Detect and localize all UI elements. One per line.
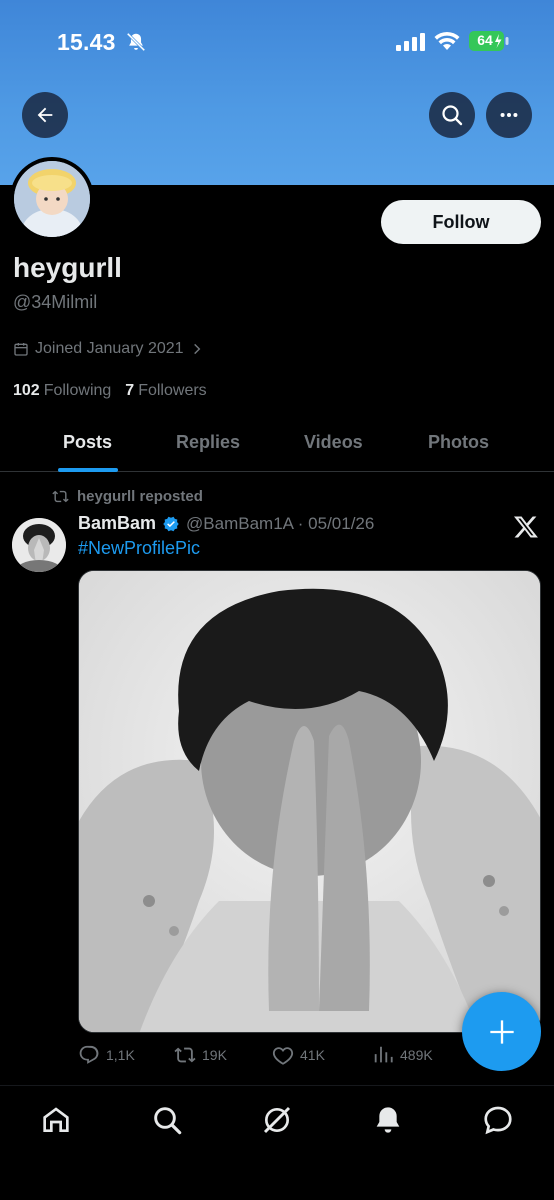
tweet-text[interactable]: #NewProfilePic — [78, 538, 200, 559]
back-button[interactable] — [22, 92, 68, 138]
bell-slash-icon — [126, 32, 146, 52]
repost-icon — [174, 1047, 196, 1063]
chevron-right-icon — [193, 343, 200, 355]
profile-display-name: heygurll — [13, 252, 122, 283]
repost-action[interactable]: 19K — [174, 1044, 227, 1066]
more-button[interactable] — [486, 92, 532, 138]
messages-icon — [484, 1106, 512, 1135]
bottom-navigation — [0, 1085, 554, 1200]
tab-photos[interactable]: Photos — [428, 432, 489, 453]
profile-avatar[interactable] — [10, 157, 94, 241]
following-label: Following — [43, 382, 112, 399]
follow-button[interactable]: Follow — [381, 200, 541, 244]
repost-context[interactable]: heygurll reposted — [52, 488, 203, 505]
x-logo-icon — [513, 516, 538, 538]
author-avatar-illustration — [12, 518, 66, 572]
profile-handle: @34Milmil — [13, 292, 98, 312]
reply-icon — [79, 1045, 99, 1064]
repost-count: 19K — [202, 1047, 227, 1063]
calendar-icon — [14, 343, 28, 356]
battery-level: 64 — [477, 32, 493, 48]
tweet-actions: 1,1K 19K 41K 489K — [78, 1044, 478, 1068]
avatar-photo — [14, 161, 90, 237]
avatar-illustration — [14, 161, 90, 237]
status-time: 15.43 — [57, 29, 116, 55]
nav-home[interactable] — [38, 1102, 74, 1138]
compose-post-button[interactable] — [462, 992, 541, 1071]
active-tab-indicator — [58, 468, 118, 472]
notifications-icon — [376, 1107, 400, 1133]
repost-label: heygurll reposted — [77, 488, 203, 505]
tweet-author-name[interactable]: BamBam — [78, 513, 156, 534]
nav-grok[interactable] — [259, 1102, 295, 1138]
tweet-header: BamBam @BamBam1A · 05/01/26 — [78, 513, 374, 534]
back-arrow-icon — [37, 107, 53, 123]
portrait-photo — [79, 571, 540, 1032]
nav-search[interactable] — [149, 1102, 185, 1138]
verified-badge-icon — [163, 516, 179, 531]
reply-action[interactable]: 1,1K — [78, 1044, 135, 1066]
search-icon — [442, 105, 463, 126]
followers-label: Followers — [138, 382, 207, 399]
follow-stats: 102 Following 7 Followers — [13, 382, 207, 400]
repost-icon — [52, 490, 69, 503]
like-count: 41K — [300, 1047, 325, 1063]
tweet-handle-date: @BamBam1A · 05/01/26 — [186, 513, 375, 533]
followers-link[interactable]: 7 Followers — [125, 382, 206, 400]
following-count: 102 — [13, 382, 40, 399]
nav-messages[interactable] — [480, 1102, 516, 1138]
tab-replies[interactable]: Replies — [176, 432, 240, 453]
views-count: 489K — [400, 1047, 433, 1063]
search-icon — [154, 1107, 182, 1135]
tab-posts[interactable]: Posts — [63, 432, 112, 453]
followers-count: 7 — [125, 382, 135, 399]
status-bar: 15.43 64 — [0, 0, 554, 80]
reply-count: 1,1K — [106, 1047, 135, 1063]
more-horizontal-icon — [500, 112, 518, 118]
following-link[interactable]: 102 Following — [13, 382, 111, 400]
grok-icon — [263, 1106, 291, 1134]
search-button[interactable] — [429, 92, 475, 138]
wifi-icon — [434, 31, 460, 50]
views-action[interactable]: 489K — [372, 1044, 433, 1066]
like-action[interactable]: 41K — [272, 1044, 325, 1066]
nav-notifications[interactable] — [370, 1102, 406, 1138]
home-icon — [43, 1107, 69, 1132]
tab-videos[interactable]: Videos — [304, 432, 363, 453]
cellular-signal-icon — [396, 33, 425, 51]
analytics-icon — [374, 1046, 393, 1063]
plus-icon — [489, 1019, 514, 1044]
heart-icon — [272, 1047, 294, 1065]
profile-tabs: Posts Replies Videos Photos — [0, 414, 554, 472]
joined-text: Joined January 2021 — [35, 340, 184, 357]
tweet-media-image[interactable] — [78, 570, 541, 1033]
tweet-author-avatar[interactable] — [12, 518, 66, 572]
joined-date-row[interactable]: Joined January 2021 — [13, 340, 204, 358]
